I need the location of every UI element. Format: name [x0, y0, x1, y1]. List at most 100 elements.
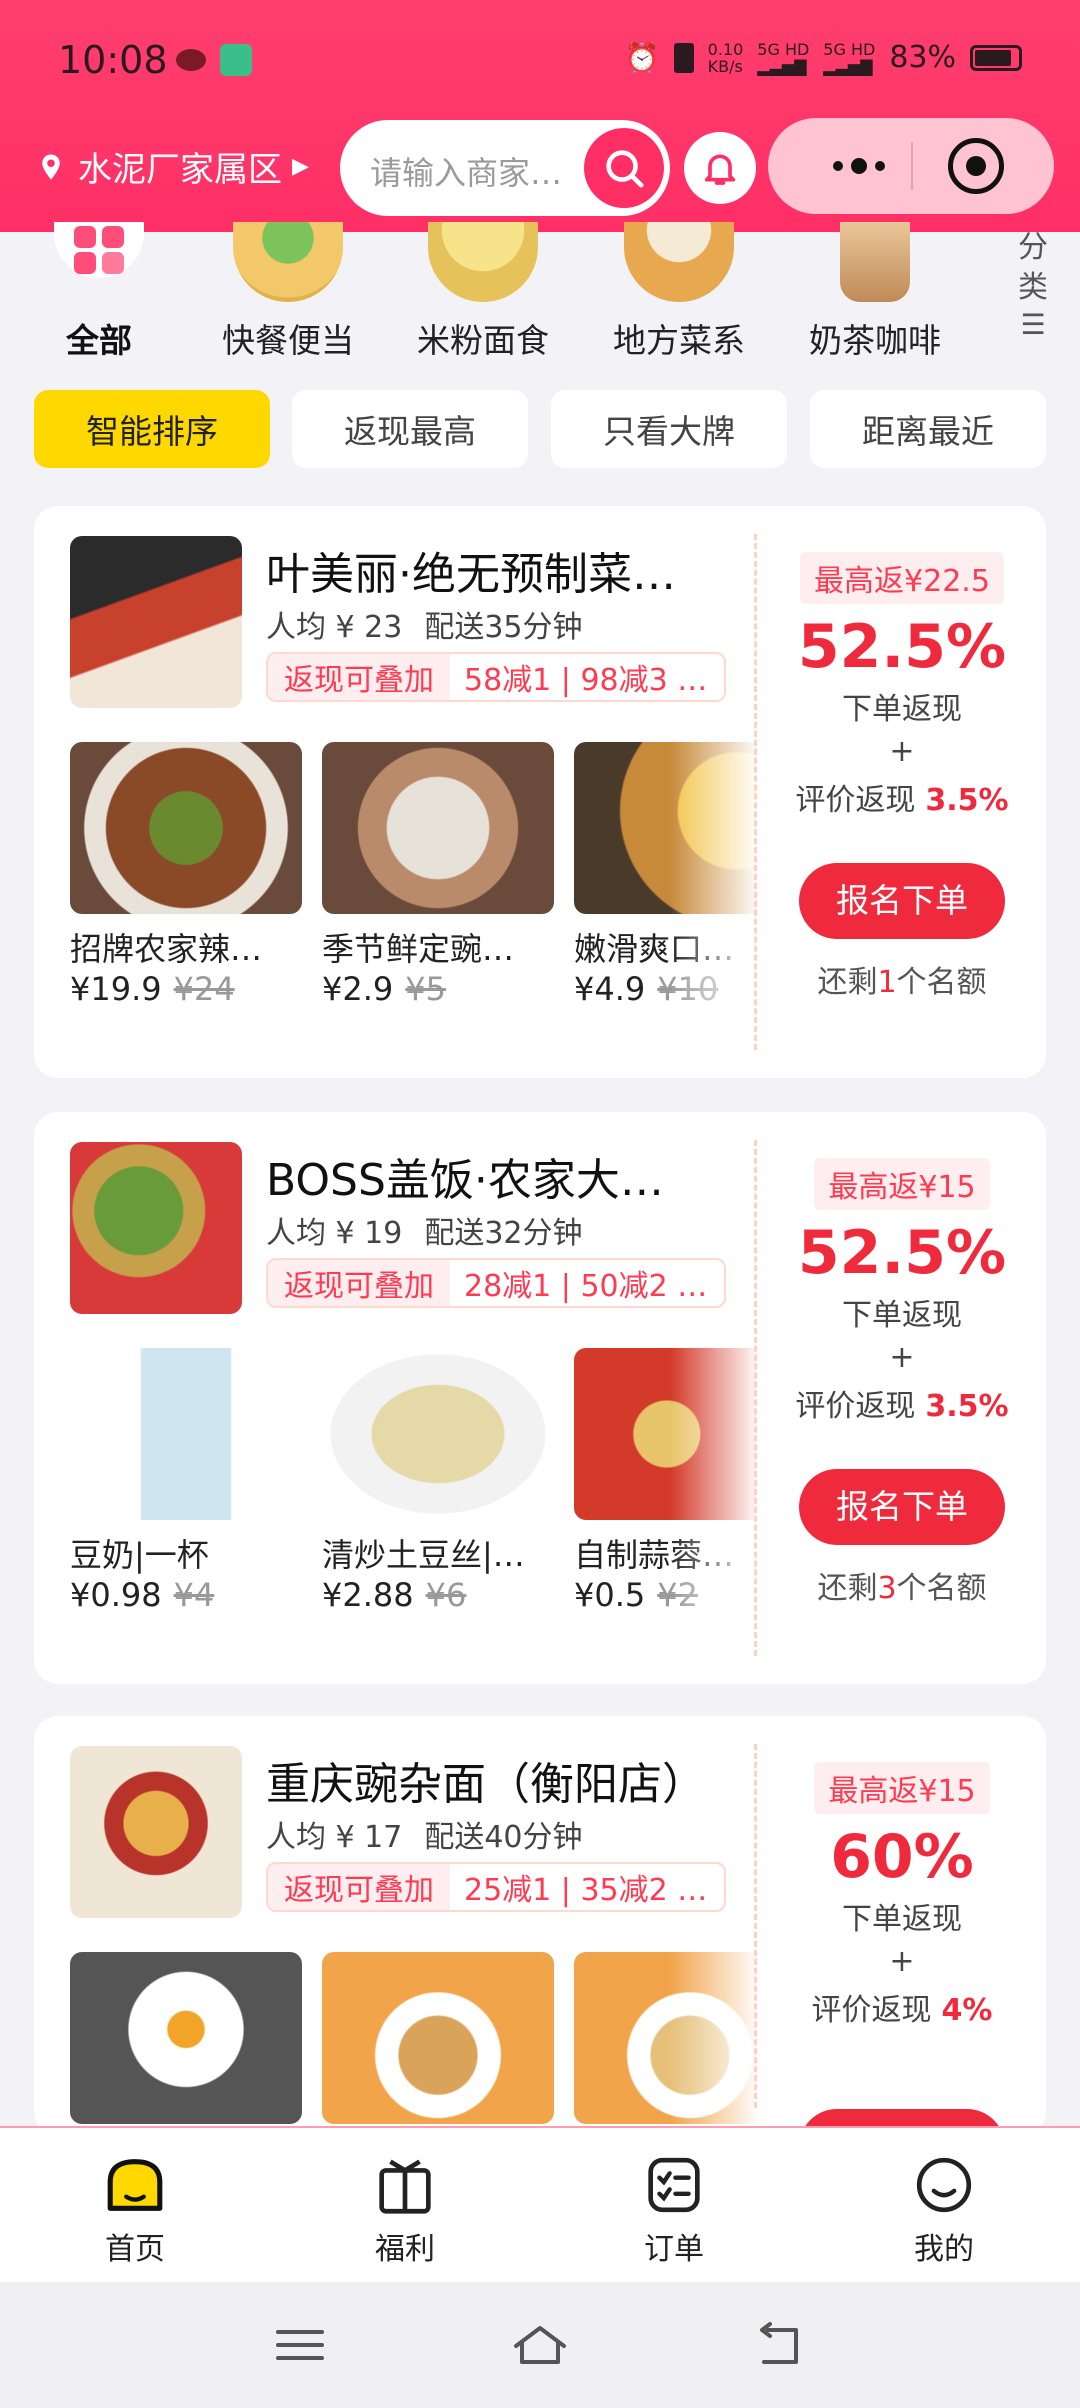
- app-notification-icon: [176, 49, 206, 71]
- dish-name: 豆奶|一杯: [70, 1536, 209, 1574]
- close-miniprogram-button[interactable]: [948, 138, 1004, 194]
- location-selector[interactable]: 水泥厂家属区 ▶: [36, 142, 309, 191]
- tab-benefits[interactable]: 福利: [325, 2150, 485, 2268]
- shop-meta: 人均 ¥ 23 配送35分钟: [266, 602, 583, 646]
- order-cashback-label: 下单返现: [842, 1298, 962, 1333]
- order-cashback-label: 下单返现: [842, 1902, 962, 1937]
- search-button[interactable]: [584, 128, 664, 208]
- dish-item[interactable]: 豆奶|一杯 ¥0.98 ¥4: [70, 1348, 302, 1614]
- dish-old-price: ¥5: [405, 970, 446, 1008]
- review-cashback-rate: 4%: [941, 1993, 993, 2028]
- cashback-panel: 最高返¥15 60% 下单返现 + 评价返现 4%: [758, 1716, 1046, 2136]
- promo-row: 返现可叠加 25减1 | 35减2 | …: [266, 1862, 726, 1912]
- noodle-icon: [428, 222, 538, 302]
- tab-orders[interactable]: 订单: [594, 2150, 754, 2268]
- promo-row: 返现可叠加 58减1 | 98减3 | …: [266, 652, 726, 702]
- more-options-button[interactable]: [804, 138, 914, 194]
- plus-sign: +: [889, 734, 915, 769]
- category-more-button[interactable]: 分 类 ☰: [1008, 228, 1058, 342]
- signup-order-button[interactable]: 报名下单: [799, 863, 1005, 939]
- max-return-badge: 最高返¥15: [814, 1158, 990, 1210]
- search-bar[interactable]: 请输入商家…: [340, 120, 670, 216]
- filter-nearest[interactable]: 距离最近: [810, 390, 1046, 468]
- bell-icon: [704, 154, 736, 185]
- dish-item[interactable]: [70, 1952, 302, 2124]
- scroll-fade: [670, 742, 760, 1012]
- shop-name: 重庆豌杂面（衡阳店）: [266, 1759, 706, 1810]
- promo-tag: 返现可叠加: [268, 1260, 450, 1306]
- promo-text: 25减1 | 35减2 | …: [464, 1873, 724, 1908]
- plus-sign: +: [889, 1340, 915, 1375]
- signal-2: 5G HD ▂▃▅▇: [823, 39, 876, 76]
- scroll-fade: [670, 1952, 760, 2136]
- promo-row: 返现可叠加 28减1 | 50减2 | …: [266, 1258, 726, 1308]
- shop-card[interactable]: 叶美丽·绝无预制菜… 人均 ¥ 23 配送35分钟 返现可叠加 58减1 | 98…: [34, 506, 1046, 1078]
- filter-highest-cashback[interactable]: 返现最高: [292, 390, 528, 468]
- tab-label: 首页: [105, 2232, 165, 2267]
- shop-logo: [70, 1142, 242, 1314]
- steamer-icon: [624, 222, 734, 302]
- status-bar: 10:08 ⏰ 0.10 KB/s 5G HD ▂▃▅▇ 5G HD ▂▃▅▇ …: [0, 0, 1080, 130]
- filter-big-brands[interactable]: 只看大牌: [551, 390, 787, 468]
- shop-logo: [70, 536, 242, 708]
- dish-price: ¥0.98 ¥4: [70, 1576, 215, 1614]
- dish-old-price: ¥24: [173, 970, 235, 1008]
- review-cashback: 评价返现 4%: [811, 1993, 993, 2028]
- review-cashback: 评价返现 3.5%: [795, 783, 1009, 818]
- delivery-time: 配送40分钟: [424, 1820, 583, 1855]
- promo-tag: 返现可叠加: [268, 1864, 450, 1910]
- signup-order-button[interactable]: 报名下单: [799, 1469, 1005, 1545]
- category-label: 地方菜系: [613, 321, 745, 360]
- search-icon: [606, 150, 644, 188]
- notification-button[interactable]: [684, 132, 756, 204]
- remaining-quota: 还剩1个名额: [817, 965, 987, 1000]
- avg-price: 人均 ¥ 19: [266, 1216, 403, 1251]
- delivery-time: 配送35分钟: [424, 610, 583, 645]
- dish-image: [70, 1348, 302, 1520]
- order-cashback-label: 下单返现: [842, 692, 962, 727]
- back-icon[interactable]: [750, 2320, 810, 2370]
- review-cashback: 评价返现 3.5%: [795, 1389, 1009, 1424]
- dish-item[interactable]: 季节鲜定豌… ¥2.9 ¥5: [322, 742, 554, 1008]
- tab-profile[interactable]: 我的: [864, 2150, 1024, 2268]
- card-divider: [754, 1744, 757, 2108]
- capsule-divider: [911, 142, 913, 190]
- dish-item[interactable]: 招牌农家辣… ¥19.9 ¥24: [70, 742, 302, 1008]
- location-label: 水泥厂家属区: [78, 150, 282, 190]
- location-pin-icon: [42, 154, 60, 179]
- cashback-panel: 最高返¥15 52.5% 下单返现 + 评价返现 3.5% 报名下单 还剩3个名额: [758, 1112, 1046, 1684]
- dish-item[interactable]: 清炒土豆丝|… ¥2.88 ¥6: [322, 1348, 554, 1614]
- dish-list: [70, 1952, 760, 2136]
- shop-meta: 人均 ¥ 19 配送32分钟: [266, 1208, 583, 1252]
- caret-right-icon: ▶: [292, 154, 309, 179]
- shop-info: 叶美丽·绝无预制菜… 人均 ¥ 23 配送35分钟 返现可叠加 58减1 | 98…: [34, 506, 760, 1078]
- app-notification-icon: [220, 44, 252, 76]
- promo-text: 58减1 | 98减3 | …: [464, 663, 724, 698]
- dish-image: [322, 742, 554, 914]
- tab-label: 福利: [375, 2232, 435, 2267]
- alarm-icon: ⏰: [624, 41, 660, 74]
- order-cashback-rate: 52.5%: [797, 1218, 1007, 1288]
- status-right: ⏰ 0.10 KB/s 5G HD ▂▃▅▇ 5G HD ▂▃▅▇ 83%: [625, 40, 1022, 75]
- tab-home[interactable]: 首页: [55, 2150, 215, 2268]
- milk-tea-icon: [840, 222, 910, 302]
- shop-card[interactable]: BOSS盖饭·农家大… 人均 ¥ 19 配送32分钟 返现可叠加 28减1 | 5…: [34, 1112, 1046, 1684]
- category-more-label: 类: [1018, 270, 1048, 305]
- review-cashback-rate: 3.5%: [925, 1389, 1009, 1424]
- dish-image: [322, 1952, 554, 2124]
- dish-price: ¥19.9 ¥24: [70, 970, 235, 1008]
- plus-sign: +: [889, 1944, 915, 1979]
- shop-card[interactable]: 重庆豌杂面（衡阳店） 人均 ¥ 17 配送40分钟 返现可叠加 25减1 | 35…: [34, 1716, 1046, 2136]
- profile-icon: [916, 2157, 972, 2213]
- avg-price: 人均 ¥ 17: [266, 1820, 403, 1855]
- list-icon: ☰: [1020, 308, 1046, 341]
- filter-smart-sort[interactable]: 智能排序: [34, 390, 270, 468]
- network-speed: 0.10 KB/s: [707, 39, 744, 76]
- dish-name: 季节鲜定豌…: [322, 930, 515, 968]
- home-nav-icon[interactable]: [510, 2320, 570, 2370]
- dish-old-price: ¥6: [425, 1576, 467, 1614]
- dish-item[interactable]: [322, 1952, 554, 2124]
- menu-icon[interactable]: [270, 2320, 330, 2370]
- search-input[interactable]: 请输入商家…: [370, 148, 590, 194]
- category-bar: 全部 快餐便当 米粉面食 地方菜系 奶茶咖啡 分 类 ☰: [0, 222, 1080, 372]
